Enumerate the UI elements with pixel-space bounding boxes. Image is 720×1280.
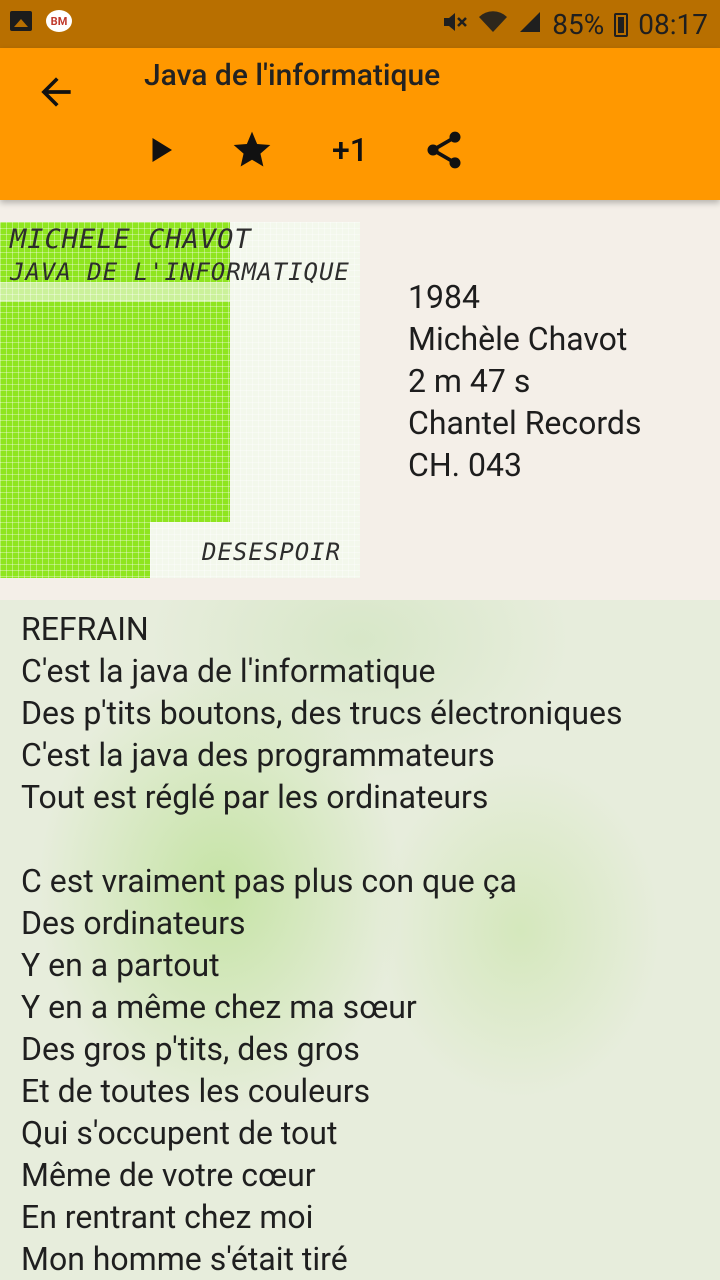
lyric-line: Des p'tits boutons, des trucs électroniq…: [21, 694, 623, 732]
song-catalog: CH. 043: [408, 446, 522, 484]
lyric-line: Et de toutes les couleurs: [21, 1072, 371, 1110]
lyric-line: C'est la java des programmateurs: [21, 736, 495, 774]
plus-one-button[interactable]: +1: [322, 126, 378, 174]
song-year: 1984: [408, 278, 480, 316]
lyric-line: Même de votre cœur: [21, 1156, 316, 1194]
song-artist: Michèle Chavot: [408, 320, 628, 358]
favorite-button[interactable]: [228, 126, 276, 174]
star-icon: [233, 131, 271, 167]
lyric-line: Qui s'occupent de tout: [21, 1114, 338, 1152]
lyric-line: [21, 818, 623, 860]
song-info: 1984 Michèle Chavot 2 m 47 s Chantel Rec…: [408, 276, 641, 486]
mute-icon: [442, 10, 468, 40]
picture-icon: [10, 11, 32, 31]
album-cover[interactable]: MICHELE CHAVOT JAVA DE L'INFORMATIQUE DE…: [0, 222, 360, 578]
cover-bottom-text: DESESPOIR: [202, 538, 342, 566]
share-icon: [427, 131, 461, 169]
lyric-line: C'est la java de l'informatique: [21, 652, 436, 690]
share-button[interactable]: [420, 126, 468, 174]
bm-icon: BM: [46, 10, 72, 32]
song-duration: 2 m 47 s: [408, 362, 531, 400]
signal-icon: [518, 10, 542, 40]
lyric-line: Y en a même chez ma sœur: [21, 988, 417, 1026]
lyric-line: Mon homme s'était tiré: [21, 1240, 348, 1278]
lyrics-text: REFRAIN C'est la java de l'informatique …: [21, 608, 623, 1280]
play-button[interactable]: [140, 126, 180, 174]
lyrics-panel[interactable]: REFRAIN C'est la java de l'informatique …: [0, 600, 720, 1280]
lyric-line: REFRAIN: [21, 610, 149, 648]
song-label: Chantel Records: [408, 404, 642, 442]
battery-charging-icon: [614, 12, 629, 37]
back-arrow-icon[interactable]: [34, 70, 78, 114]
cover-title-text: JAVA DE L'INFORMATIQUE: [10, 258, 350, 286]
lyric-line: Des ordinateurs: [21, 904, 246, 942]
lyric-line: Tout est réglé par les ordinateurs: [21, 778, 489, 816]
battery-percent: 85%: [552, 8, 605, 41]
play-icon: [152, 138, 172, 162]
lyric-line: Y en a partout: [21, 946, 220, 984]
cover-artist-text: MICHELE CHAVOT: [10, 224, 252, 255]
page-title: Java de l'informatique: [144, 58, 441, 93]
lyric-line: C est vraiment pas plus con que ça: [21, 862, 517, 900]
clock: 08:17: [638, 8, 708, 41]
status-bar: BM 85% 08:17: [0, 0, 720, 48]
wifi-icon: [478, 10, 508, 40]
lyric-line: En rentrant chez moi: [21, 1198, 314, 1236]
lyric-line: Des gros p'tits, des gros: [21, 1030, 360, 1068]
app-bar: Java de l'informatique +1: [0, 48, 720, 200]
